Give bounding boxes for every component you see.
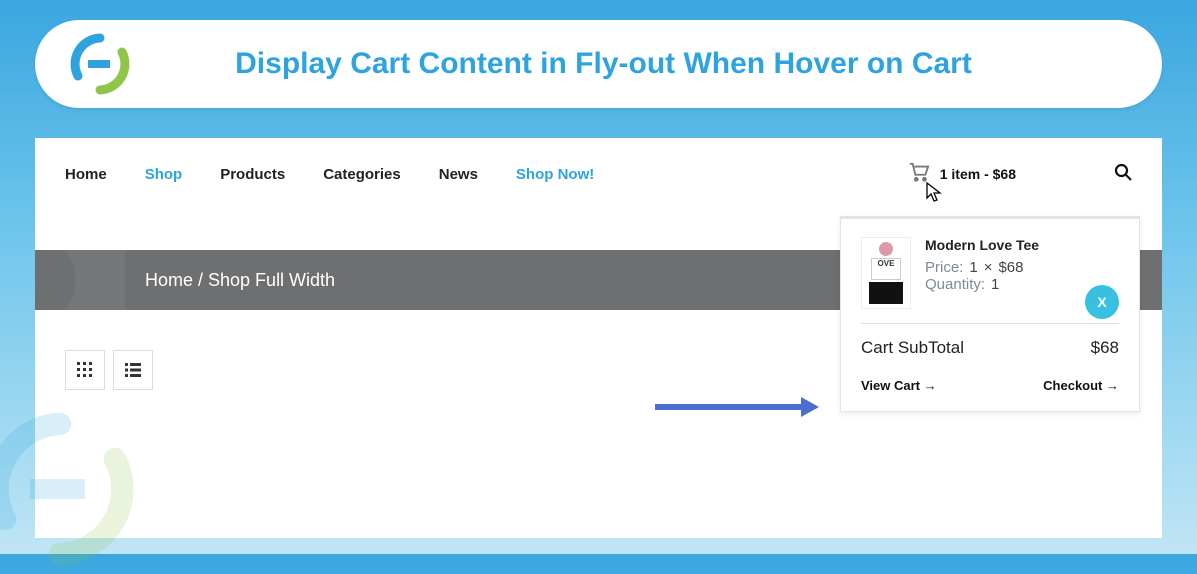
checkout-link[interactable]: Checkout → bbox=[1043, 378, 1119, 393]
subtotal-value: $68 bbox=[1091, 338, 1119, 358]
price-each: $68 bbox=[998, 259, 1023, 276]
nav-item-shop[interactable]: Shop bbox=[145, 166, 183, 183]
page-title: Display Cart Content in Fly-out When Hov… bbox=[135, 47, 1132, 81]
grid-view-button[interactable] bbox=[65, 350, 105, 390]
list-view-button[interactable] bbox=[113, 350, 153, 390]
price-qty: 1 bbox=[969, 259, 977, 276]
cart-summary-text: 1 item - $68 bbox=[940, 166, 1016, 182]
nav-item-home[interactable]: Home bbox=[65, 166, 107, 183]
product-name[interactable]: Modern Love Tee bbox=[925, 237, 1119, 253]
cursor-icon bbox=[926, 182, 944, 208]
annotation-arrow bbox=[655, 404, 805, 410]
view-cart-link[interactable]: View Cart → bbox=[861, 378, 937, 393]
qty-label: Quantity: bbox=[925, 276, 985, 293]
price-times: × bbox=[984, 259, 993, 276]
price-label: Price: bbox=[925, 259, 963, 276]
nav-item-news[interactable]: News bbox=[439, 166, 478, 183]
breadcrumb-text: Home / Shop Full Width bbox=[145, 270, 335, 291]
flyout-item: OVE Modern Love Tee Price: 1 × $68 Quant… bbox=[861, 237, 1119, 324]
main-nav: Home Shop Products Categories News Shop … bbox=[35, 138, 1162, 210]
nav-item-products[interactable]: Products bbox=[220, 166, 285, 183]
title-bar: Display Cart Content in Fly-out When Hov… bbox=[35, 20, 1162, 108]
search-icon[interactable] bbox=[1114, 163, 1132, 185]
nav-item-shop-now[interactable]: Shop Now! bbox=[516, 166, 594, 183]
nav-item-categories[interactable]: Categories bbox=[323, 166, 401, 183]
remove-item-button[interactable]: X bbox=[1085, 285, 1119, 319]
cart-summary[interactable]: 1 item - $68 bbox=[908, 162, 1016, 186]
qty-value: 1 bbox=[991, 276, 999, 293]
subtotal-label: Cart SubTotal bbox=[861, 338, 964, 358]
demo-panel: Home Shop Products Categories News Shop … bbox=[35, 138, 1162, 538]
brand-logo bbox=[65, 29, 135, 99]
subtotal-row: Cart SubTotal $68 bbox=[861, 324, 1119, 372]
watermark-logo bbox=[0, 409, 140, 574]
cart-flyout: OVE Modern Love Tee Price: 1 × $68 Quant… bbox=[840, 216, 1140, 412]
product-thumbnail[interactable]: OVE bbox=[861, 237, 911, 309]
